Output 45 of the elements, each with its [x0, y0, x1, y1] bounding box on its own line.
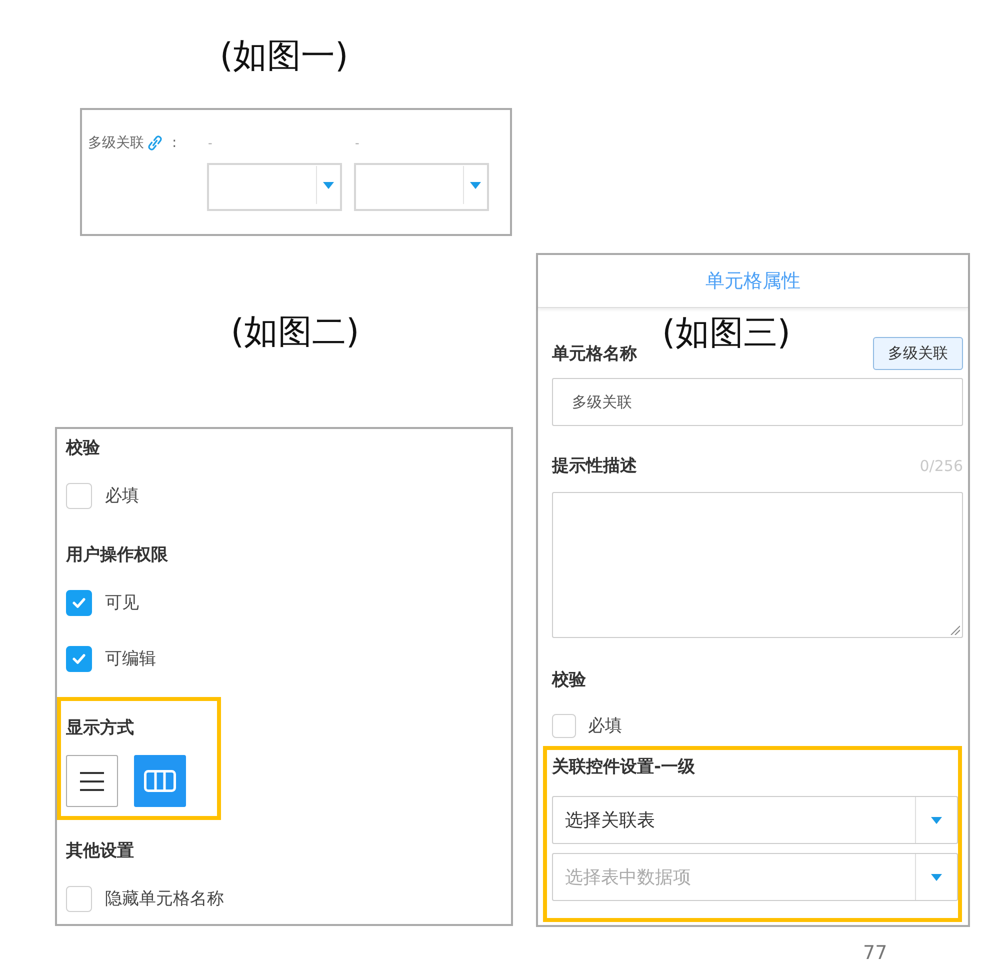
- caret-icon: [931, 874, 942, 880]
- figure-caption: (如图三): [662, 313, 791, 353]
- section-title: 校验: [66, 437, 100, 460]
- checkbox[interactable]: [66, 590, 92, 616]
- checkbox[interactable]: [552, 714, 576, 738]
- checkbox-label: 必填: [105, 485, 139, 508]
- section-title: 校验: [552, 669, 586, 692]
- columns-icon: [144, 770, 176, 792]
- field-label: 单元格名称: [552, 342, 637, 366]
- field-label: 多级关联: [88, 134, 144, 152]
- checkmark-icon: [72, 654, 86, 664]
- section-title: 显示方式: [66, 717, 134, 740]
- caret-icon: [931, 816, 942, 824]
- select-field[interactable]: [354, 163, 489, 211]
- checkbox-label: 可见: [105, 592, 139, 615]
- checkbox-label: 可编辑: [105, 648, 156, 671]
- select-field[interactable]: 选择关联表: [552, 796, 958, 844]
- caret-icon: [470, 182, 481, 188]
- level-separator: -: [207, 135, 212, 152]
- label-colon: :: [172, 134, 177, 152]
- section-title: 关联控件设置-一级: [552, 756, 696, 779]
- checkbox[interactable]: [66, 886, 92, 912]
- figure-caption: (如图二): [230, 312, 360, 352]
- checkmark-icon: [72, 598, 86, 608]
- checkbox-label: 隐藏单元格名称: [105, 888, 224, 911]
- select-field[interactable]: [207, 163, 342, 211]
- section-title: 其他设置: [66, 840, 134, 863]
- tag-button[interactable]: 多级关联: [873, 337, 963, 370]
- textarea-field[interactable]: [552, 492, 963, 638]
- caret-icon: [323, 182, 334, 188]
- checkbox[interactable]: [66, 646, 92, 672]
- field-label: 提示性描述: [552, 455, 637, 478]
- input-field[interactable]: 多级关联: [552, 378, 963, 426]
- checkbox[interactable]: [66, 483, 92, 509]
- list-view-button[interactable]: [66, 755, 118, 807]
- link-icon: [147, 134, 163, 152]
- figure-caption: (如图一): [220, 36, 348, 76]
- level-separator: -: [354, 135, 360, 152]
- columns-view-button[interactable]: [134, 755, 186, 807]
- section-title: 用户操作权限: [66, 544, 168, 567]
- checkbox-label: 必填: [588, 715, 622, 738]
- list-icon: [80, 772, 104, 790]
- page-number: 77: [863, 941, 888, 965]
- panel-title: 单元格属性: [706, 269, 800, 294]
- resize-handle-icon[interactable]: [950, 625, 960, 635]
